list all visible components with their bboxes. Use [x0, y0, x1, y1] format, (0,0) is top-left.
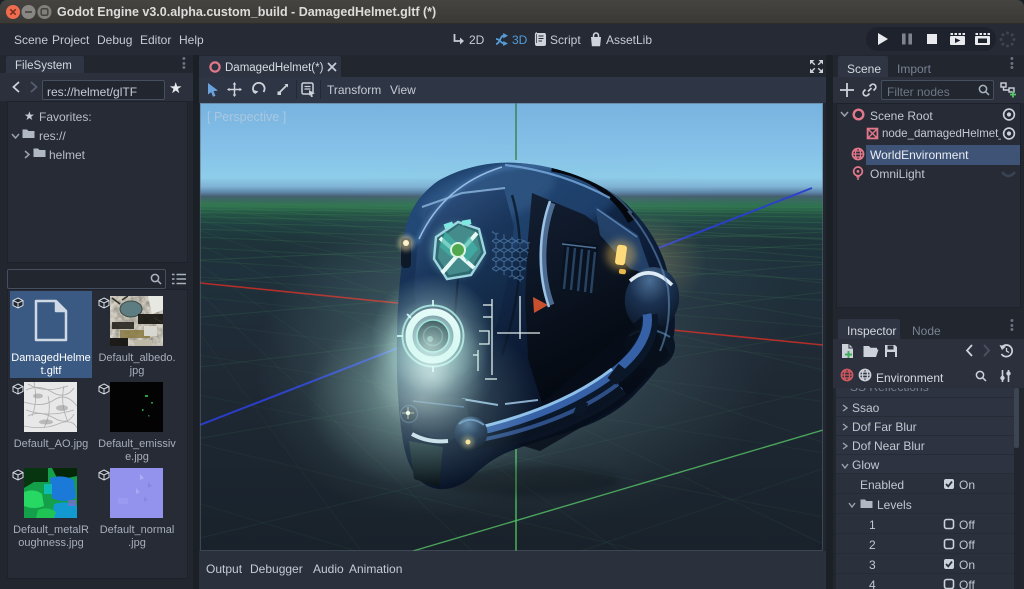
svg-text:[ Perspective ]: [ Perspective ] [207, 110, 286, 124]
